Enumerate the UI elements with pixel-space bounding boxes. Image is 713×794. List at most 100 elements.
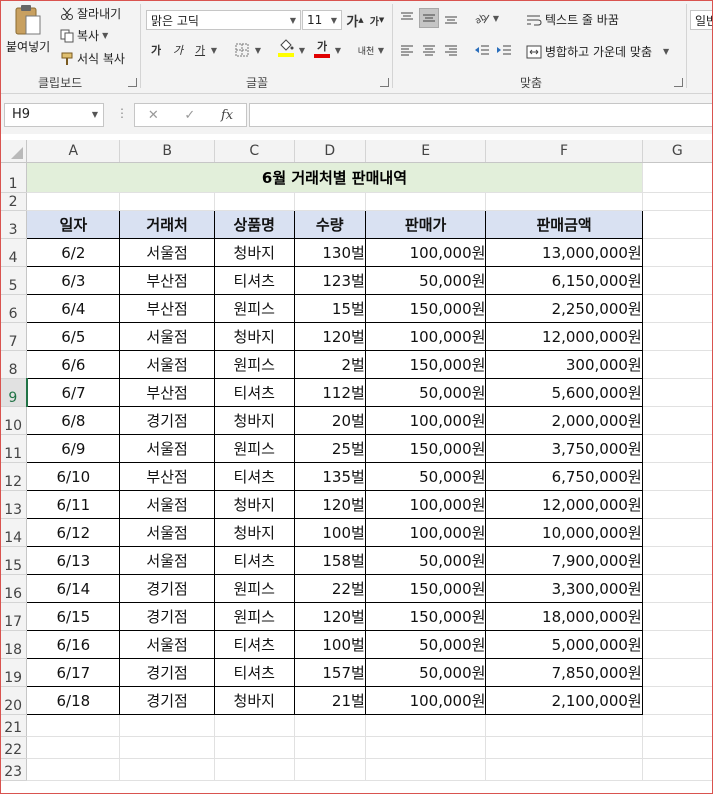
table-cell[interactable]: 6/17	[26, 658, 121, 687]
table-cell[interactable]: 7,850,000원	[485, 658, 643, 687]
table-cell[interactable]: 티셔츠	[213, 658, 295, 687]
row-header[interactable]: 8	[0, 350, 28, 379]
orientation-dropdown[interactable]: ▼	[490, 8, 502, 28]
table-cell[interactable]: 2벌	[293, 350, 366, 379]
table-cell[interactable]: 157벌	[293, 658, 366, 687]
table-cell[interactable]: 135벌	[293, 462, 366, 491]
phonetic-dropdown[interactable]: ▼	[376, 40, 386, 60]
column-header[interactable]: C	[214, 140, 295, 163]
row-header[interactable]: 1	[0, 162, 28, 193]
cell[interactable]	[642, 210, 713, 239]
table-cell[interactable]: 120벌	[293, 490, 366, 519]
decrease-indent-button[interactable]	[472, 40, 492, 60]
table-cell[interactable]: 6/4	[26, 294, 121, 323]
merge-center-button[interactable]: 병합하고 가운데 맞춤 ▼	[526, 43, 669, 60]
table-cell[interactable]: 50,000원	[364, 462, 487, 491]
row-header[interactable]: 17	[0, 602, 28, 631]
cell[interactable]	[642, 602, 713, 631]
table-cell[interactable]: 15벌	[293, 294, 366, 323]
table-cell[interactable]: 청바지	[213, 406, 295, 435]
row-header[interactable]: 4	[0, 238, 28, 267]
name-box[interactable]: H9 ▼	[4, 103, 104, 127]
formula-input[interactable]	[249, 103, 713, 127]
cell[interactable]	[642, 406, 713, 435]
underline-button[interactable]: 가	[190, 40, 210, 60]
table-cell[interactable]: 130벌	[293, 238, 366, 267]
table-cell[interactable]: 청바지	[213, 490, 295, 519]
cell[interactable]	[119, 192, 215, 211]
table-cell[interactable]: 150,000원	[364, 434, 487, 463]
cell[interactable]	[642, 736, 713, 759]
column-header[interactable]: D	[294, 140, 366, 163]
cell[interactable]	[642, 266, 713, 295]
table-cell[interactable]: 청바지	[213, 518, 295, 547]
cell[interactable]	[365, 192, 487, 211]
table-cell[interactable]: 2,100,000원	[485, 686, 643, 715]
row-header[interactable]: 15	[0, 546, 28, 575]
table-cell[interactable]: 서울점	[119, 238, 215, 267]
cell[interactable]	[294, 714, 366, 737]
table-cell[interactable]: 서울점	[119, 322, 215, 351]
cell[interactable]	[642, 322, 713, 351]
column-header[interactable]: F	[485, 140, 643, 163]
table-cell[interactable]: 50,000원	[364, 266, 487, 295]
table-cell[interactable]: 6/2	[26, 238, 121, 267]
table-cell[interactable]: 원피스	[213, 574, 295, 603]
cell[interactable]	[365, 758, 487, 781]
table-cell[interactable]: 50,000원	[364, 658, 487, 687]
row-header[interactable]: 11	[0, 434, 28, 463]
cell[interactable]	[642, 490, 713, 519]
column-header[interactable]: A	[26, 140, 121, 163]
table-cell[interactable]: 6/15	[26, 602, 121, 631]
worksheet[interactable]: A B C D E F G 1 6월 거래처별 판매내역 2 3 일자 거래처 상품명 수량 판…	[0, 140, 713, 781]
wrap-text-button[interactable]: 텍스트 줄 바꿈	[526, 11, 619, 28]
font-name-combo[interactable]: 맑은 고딕 ▼	[146, 10, 301, 30]
table-cell[interactable]: 18,000,000원	[485, 602, 643, 631]
table-cell[interactable]: 서울점	[119, 490, 215, 519]
table-cell[interactable]: 50,000원	[364, 546, 487, 575]
table-cell[interactable]: 6/13	[26, 546, 121, 575]
column-header[interactable]: B	[119, 140, 215, 163]
alignment-launcher-icon[interactable]	[674, 78, 683, 87]
cell[interactable]	[485, 192, 643, 211]
table-cell[interactable]: 경기점	[119, 574, 215, 603]
table-cell[interactable]: 150,000원	[364, 350, 487, 379]
row-header[interactable]: 14	[0, 518, 28, 547]
paste-button[interactable]: 붙여넣기	[6, 4, 50, 55]
table-cell[interactable]: 158벌	[293, 546, 366, 575]
worksheet-grid[interactable]: A B C D E F G 1 6월 거래처별 판매내역 2 3 일자 거래처 상품명 수량 판…	[0, 140, 713, 794]
table-cell[interactable]: 6/5	[26, 322, 121, 351]
cell[interactable]	[214, 736, 295, 759]
cell[interactable]	[642, 294, 713, 323]
row-header[interactable]: 3	[0, 210, 28, 239]
table-cell[interactable]: 원피스	[213, 434, 295, 463]
number-format-combo[interactable]: 일반	[690, 10, 713, 30]
table-cell[interactable]: 112벌	[293, 378, 366, 407]
cell[interactable]	[294, 758, 366, 781]
table-cell[interactable]: 150,000원	[364, 602, 487, 631]
row-header[interactable]: 12	[0, 462, 28, 491]
table-cell[interactable]: 150,000원	[364, 294, 487, 323]
cell[interactable]	[642, 518, 713, 547]
table-cell[interactable]: 6/9	[26, 434, 121, 463]
chevron-down-icon[interactable]: ▼	[331, 16, 337, 25]
cell[interactable]	[642, 546, 713, 575]
row-header[interactable]: 16	[0, 574, 28, 603]
table-cell[interactable]: 25벌	[293, 434, 366, 463]
table-cell[interactable]: 6/6	[26, 350, 121, 379]
table-cell[interactable]: 서울점	[119, 546, 215, 575]
table-cell[interactable]: 50,000원	[364, 378, 487, 407]
cell[interactable]	[119, 758, 215, 781]
table-cell[interactable]: 12,000,000원	[485, 322, 643, 351]
cell[interactable]	[642, 192, 713, 211]
clipboard-launcher-icon[interactable]	[128, 78, 137, 87]
table-cell[interactable]: 6,750,000원	[485, 462, 643, 491]
cell[interactable]	[214, 714, 295, 737]
select-all-corner[interactable]	[0, 140, 28, 163]
cell[interactable]	[642, 658, 713, 687]
table-cell[interactable]: 6,150,000원	[485, 266, 643, 295]
underline-dropdown[interactable]: ▼	[208, 40, 220, 60]
copy-button[interactable]: 복사 ▼	[60, 27, 108, 44]
table-cell[interactable]: 부산점	[119, 294, 215, 323]
table-cell[interactable]: 6/12	[26, 518, 121, 547]
